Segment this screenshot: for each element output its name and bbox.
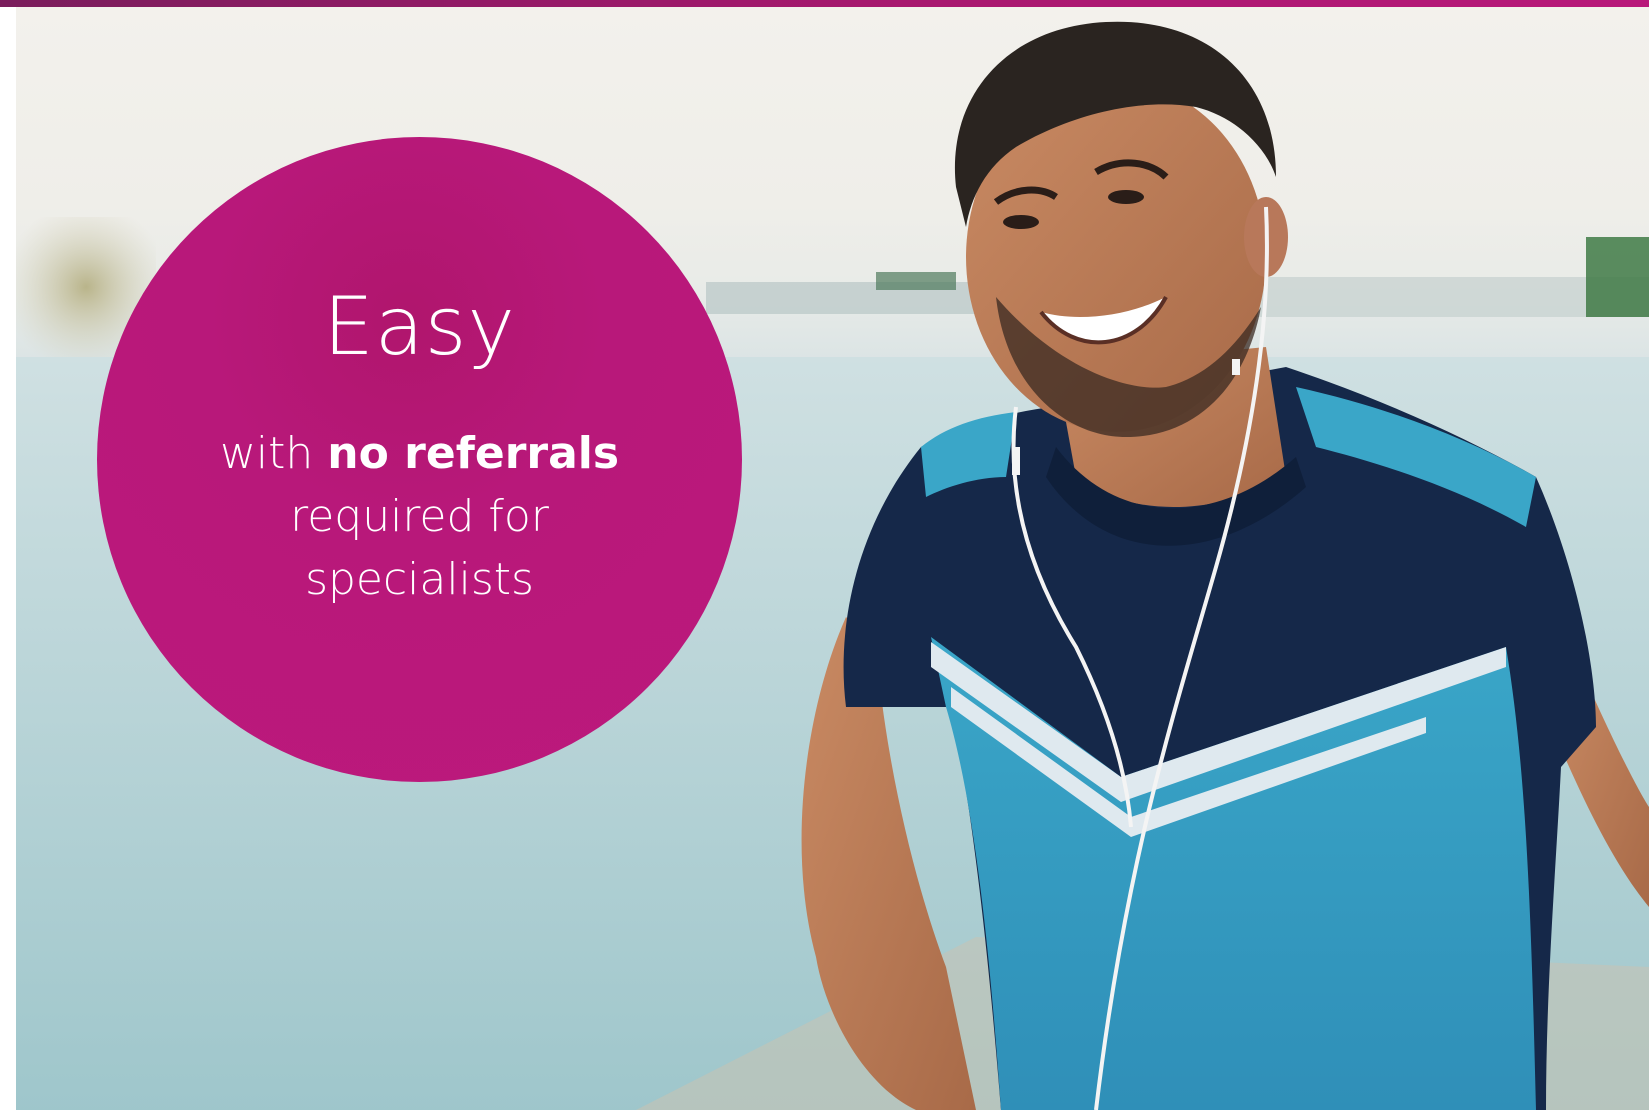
badge-title: Easy <box>323 280 516 373</box>
top-accent-bar <box>0 0 1649 7</box>
badge-line-3: specialists <box>305 554 534 605</box>
badge-line-1-emphasis: no referrals <box>327 428 620 479</box>
promo-badge: Easy with no referrals required for spec… <box>97 137 742 782</box>
badge-line-2: required for <box>290 491 549 542</box>
badge-line-1-prefix: with <box>219 428 314 479</box>
badge-body: with no referrals required for specialis… <box>157 422 682 611</box>
hero-banner: Easy with no referrals required for spec… <box>0 0 1649 1110</box>
badge-line-1: with no referrals <box>157 422 682 485</box>
